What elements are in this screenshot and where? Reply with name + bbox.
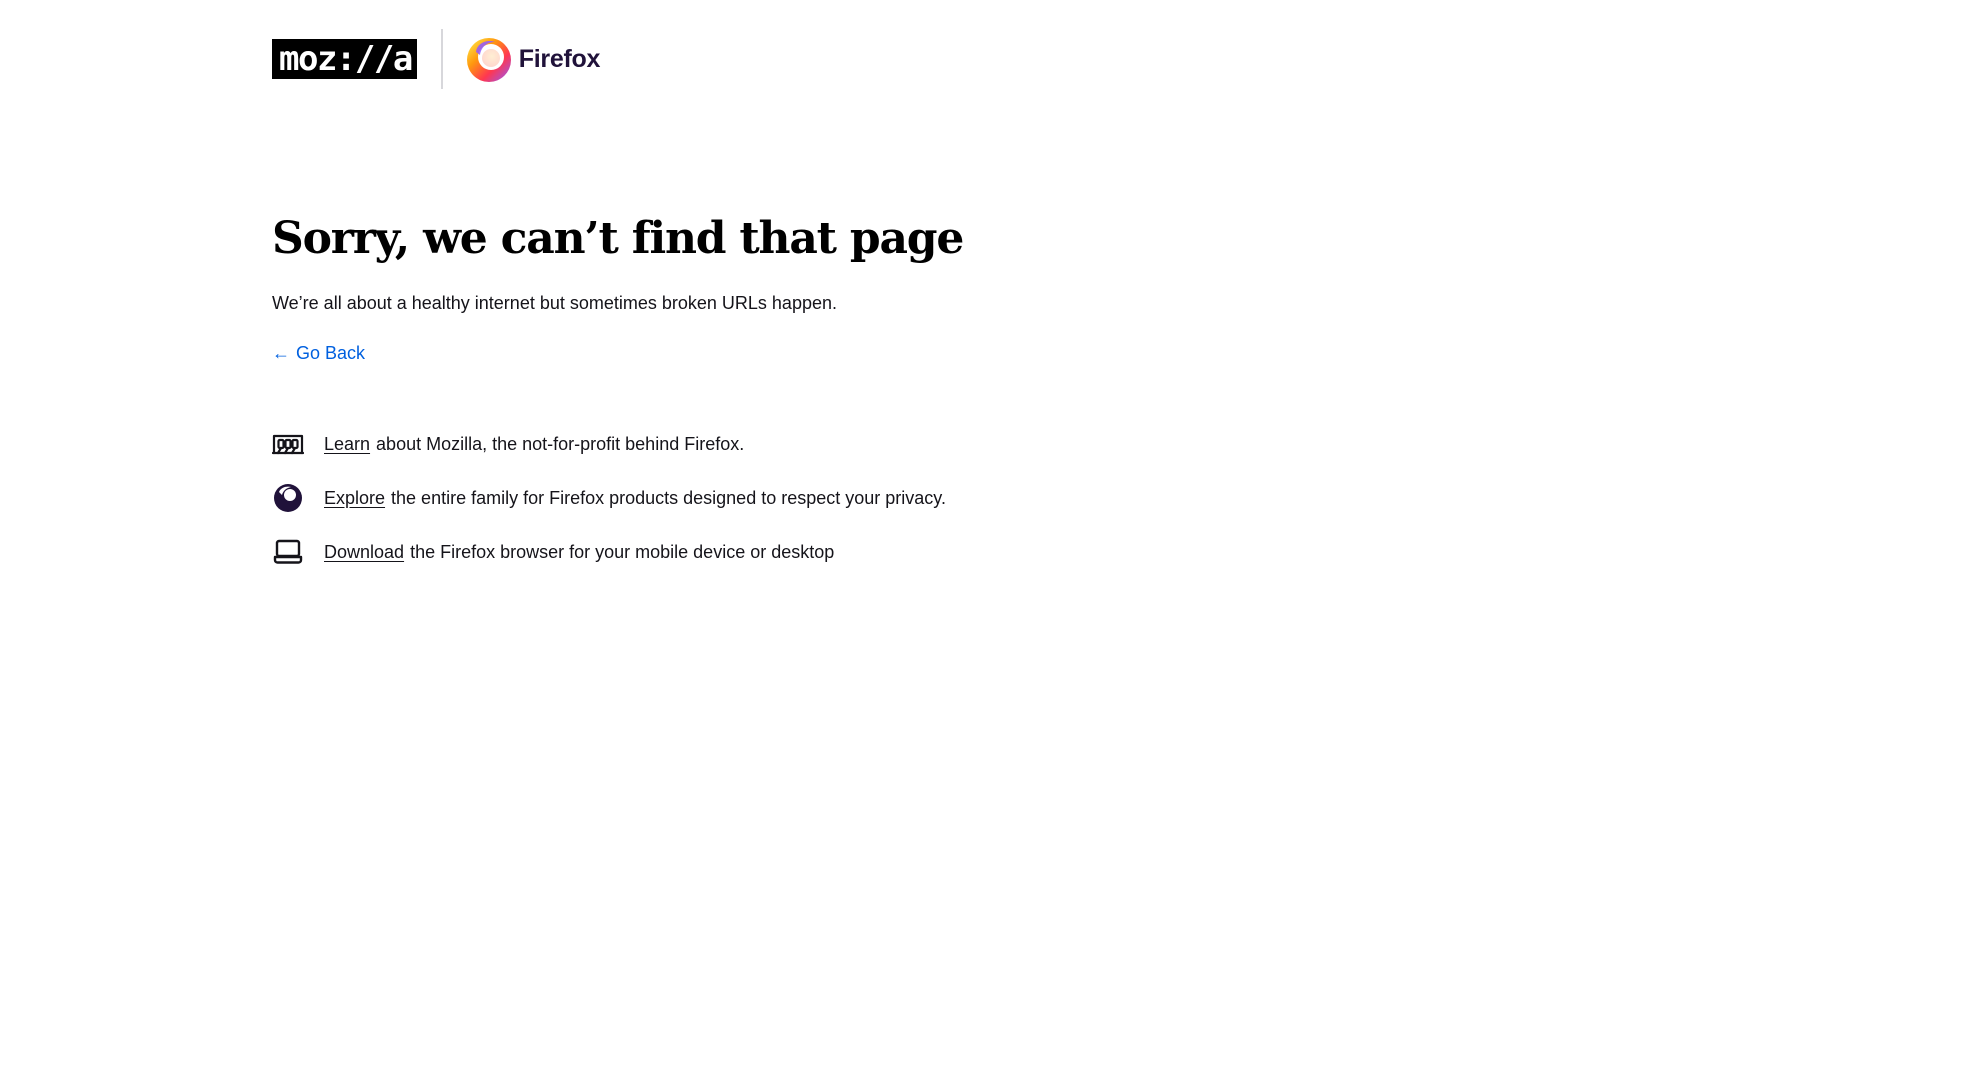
download-link[interactable]: Download xyxy=(324,542,404,563)
go-back-label: Go Back xyxy=(296,343,366,363)
help-links-list: Learn about Mozilla, the not-for-profit … xyxy=(272,428,946,590)
learn-description: about Mozilla, the not-for-profit behind… xyxy=(376,433,745,454)
firefox-wordmark: Firefox xyxy=(518,44,601,73)
laptop-icon xyxy=(272,536,304,568)
download-description: the Firefox browser for your mobile devi… xyxy=(410,541,835,562)
learn-link[interactable]: Learn xyxy=(324,434,370,455)
site-header: moz://a Firefox xyxy=(272,28,600,90)
page-title: Sorry, we can’t find that page xyxy=(272,213,964,264)
list-item-learn: Learn about Mozilla, the not-for-profit … xyxy=(272,428,946,460)
explore-link[interactable]: Explore xyxy=(324,488,385,509)
arrow-left-icon: ← xyxy=(272,343,290,363)
header-divider xyxy=(440,29,443,89)
mozilla-logo[interactable]: moz://a xyxy=(272,39,417,79)
list-item-download: Download the Firefox browser for your mo… xyxy=(272,536,946,568)
firefox-brand-link[interactable]: Firefox xyxy=(465,35,600,83)
firefox-family-icon xyxy=(272,482,304,514)
explore-description: the entire family for Firefox products d… xyxy=(391,487,946,508)
building-icon xyxy=(272,428,304,460)
list-item-explore: Explore the entire family for Firefox pr… xyxy=(272,482,946,514)
go-back-link[interactable]: ← Go Back xyxy=(272,341,365,365)
firefox-logo-icon xyxy=(465,35,513,83)
page-subtitle: We’re all about a healthy internet but s… xyxy=(272,293,837,313)
